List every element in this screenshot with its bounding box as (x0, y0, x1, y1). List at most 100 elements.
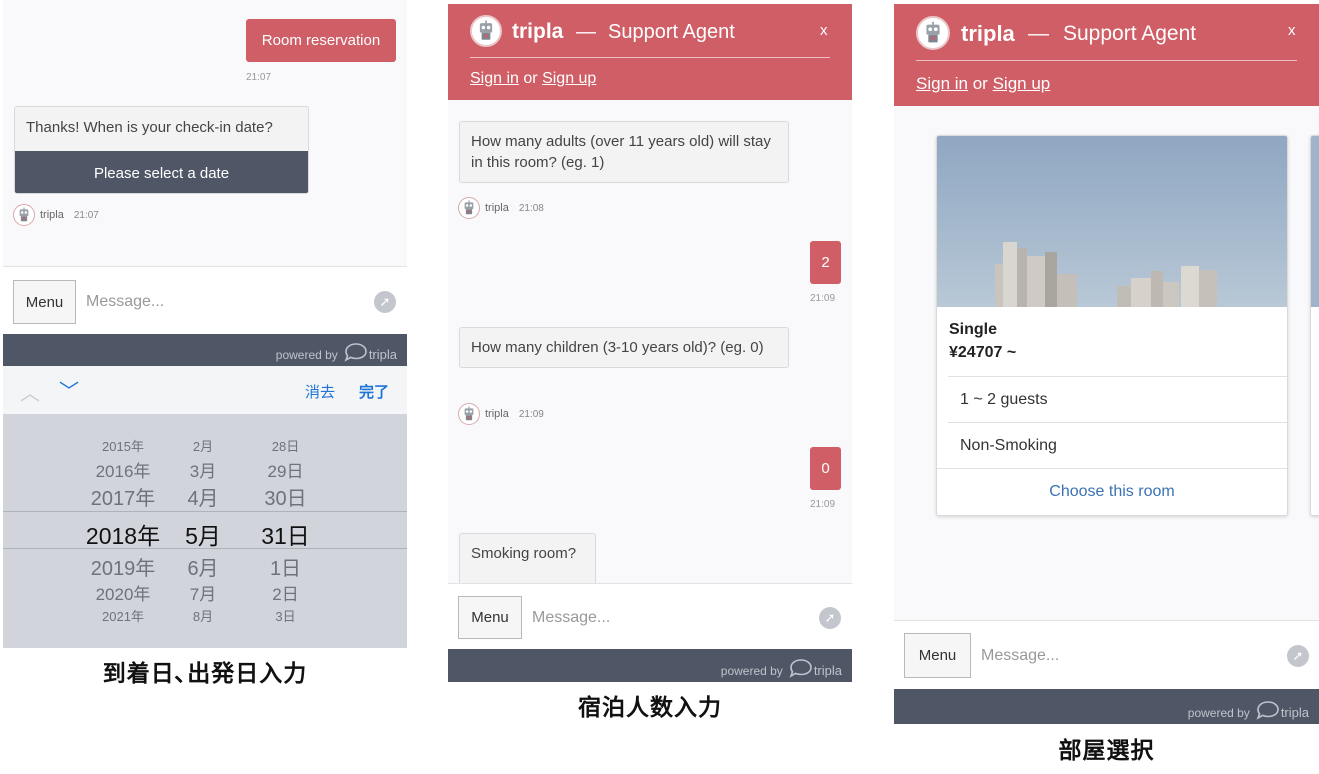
bot-message-adults: How many adults (over 11 years old) will… (459, 121, 789, 183)
bot-name: tripla (485, 202, 509, 214)
choose-room-button[interactable]: Choose this room (937, 483, 1287, 501)
room-price: ¥24707 ~ (949, 344, 1017, 361)
picker-month-item[interactable]: 6月 (168, 552, 238, 581)
picker-year-item[interactable]: 2016年 (63, 457, 183, 482)
bot-message-card: Thanks! When is your check-in date? Plea… (14, 106, 309, 194)
powered-footer: powered by tripla (3, 334, 407, 366)
picker-month-item[interactable]: 7月 (168, 580, 238, 605)
sign-up-link[interactable]: Sign up (542, 70, 596, 87)
card-divider (948, 376, 1287, 377)
clear-button[interactable]: 消去 (305, 381, 335, 402)
picker-day-item[interactable]: 29日 (248, 457, 323, 482)
header-divider (916, 60, 1297, 61)
bot-time: 21:07 (73, 209, 99, 221)
send-arrow-icon[interactable]: ➚ (819, 607, 841, 629)
picker-day-item[interactable]: 2日 (248, 580, 323, 605)
header-agent: Support Agent (608, 21, 735, 43)
composer: Menu ➚ (448, 583, 852, 649)
picker-month-item[interactable]: 8月 (168, 606, 238, 625)
auth-links: Sign in or Sign up (916, 74, 1050, 94)
robot-avatar-icon (470, 15, 502, 47)
caption-date-input: 到着日､出発日入力 (102, 661, 308, 687)
month-column[interactable]: 2月 3月 4月 5月 6月 7月 8月 (168, 414, 238, 648)
message-input[interactable] (86, 289, 356, 315)
bot-message-children: How many children (3-10 years old)? (eg.… (459, 327, 789, 368)
caption-room-selection: 部屋選択 (1058, 738, 1155, 764)
user-message-adults: 2 (810, 241, 841, 284)
picker-year-item[interactable]: 2017年 (63, 482, 183, 511)
bot-time: 21:09 (518, 408, 544, 420)
auth-or: or (972, 74, 988, 93)
picker-toolbar: ︿ ﹀ 消去 完了 (3, 366, 407, 414)
picker-month-item[interactable]: 3月 (168, 457, 238, 482)
picker-day-item[interactable]: 31日 (248, 517, 323, 551)
picker-month-item[interactable]: 2月 (168, 436, 238, 455)
powered-by-label: powered by (275, 348, 338, 362)
panel-date-input: Room reservation 21:07 Thanks! When is y… (3, 0, 407, 648)
menu-button[interactable]: Menu (458, 596, 522, 639)
picker-day-item[interactable]: 30日 (248, 482, 323, 511)
header-dash: — (576, 21, 596, 43)
send-arrow-icon[interactable]: ➚ (374, 291, 396, 313)
user-message-time: 21:07 (246, 72, 272, 83)
chevron-up-icon[interactable]: ︿ (20, 377, 40, 406)
composer: Menu ➚ (3, 266, 407, 334)
tripla-brand-label: tripla (1280, 705, 1309, 720)
bot-message: Thanks! When is your check-in date? (26, 119, 273, 136)
picker-day-item[interactable]: 28日 (248, 436, 323, 455)
send-arrow-icon[interactable]: ➚ (1287, 645, 1309, 667)
chat-bubble-icon (1256, 701, 1279, 720)
bot-meta: tripla 21:09 (458, 403, 544, 425)
select-date-button[interactable]: Please select a date (15, 151, 308, 193)
close-icon[interactable]: x (1288, 22, 1296, 39)
room-photo (937, 136, 1287, 307)
done-button[interactable]: 完了 (359, 381, 389, 402)
bot-meta: tripla 21:08 (458, 197, 544, 219)
chat-bubble-icon (344, 343, 367, 362)
sign-in-link[interactable]: Sign in (470, 70, 519, 87)
chat-bubble-icon (789, 659, 812, 678)
auth-links: Sign in or Sign up (470, 70, 596, 88)
picker-year-item[interactable]: 2020年 (63, 580, 183, 605)
room-guests: 1 ~ 2 guests (960, 391, 1048, 408)
picker-day-item[interactable]: 1日 (248, 552, 323, 581)
picker-month-item[interactable]: 5月 (168, 517, 238, 551)
user-time: 21:09 (810, 293, 836, 304)
user-message-children: 0 (810, 447, 841, 490)
message-input[interactable] (532, 605, 802, 631)
powered-by-label: powered by (1187, 706, 1250, 720)
bot-meta: tripla 21:07 (13, 204, 99, 226)
chevron-down-icon[interactable]: ﹀ (59, 375, 79, 404)
message-input[interactable] (981, 643, 1271, 669)
picker-year-item[interactable]: 2019年 (63, 552, 183, 581)
header-dash: — (1028, 22, 1049, 45)
picker-day-item[interactable]: 3日 (248, 606, 323, 625)
chat-header: tripla — Support Agent x Sign in or Sign… (448, 4, 852, 100)
composer: Menu ➚ (894, 620, 1319, 689)
room-photo (1311, 136, 1319, 307)
card-divider (937, 468, 1287, 469)
panel-room-selection: tripla — Support Agent x Sign in or Sign… (894, 4, 1319, 724)
picker-year-item[interactable]: 2018年 (63, 517, 183, 551)
picker-year-item[interactable]: 2021年 (63, 606, 183, 625)
picker-month-item[interactable]: 4月 (168, 482, 238, 511)
bot-avatar-icon (458, 197, 480, 219)
menu-button[interactable]: Menu (13, 280, 76, 324)
tripla-brand-label: tripla (368, 347, 397, 362)
bot-avatar-icon (13, 204, 35, 226)
next-room-card-peek[interactable] (1310, 135, 1319, 516)
user-time: 21:09 (810, 499, 836, 510)
sign-in-link[interactable]: Sign in (916, 74, 968, 93)
year-column[interactable]: 2015年 2016年 2017年 2018年 2019年 2020年 2021年 (63, 414, 183, 648)
powered-footer: powered by tripla (448, 649, 852, 682)
day-column[interactable]: 28日 29日 30日 31日 1日 2日 3日 (248, 414, 323, 648)
bot-time: 21:08 (518, 202, 544, 214)
room-smoking: Non-Smoking (960, 437, 1057, 454)
sign-up-link[interactable]: Sign up (993, 74, 1051, 93)
picker-year-item[interactable]: 2015年 (63, 436, 183, 455)
bot-name: tripla (485, 408, 509, 420)
close-icon[interactable]: x (820, 22, 828, 39)
date-picker-wheel[interactable]: 2015年 2016年 2017年 2018年 2019年 2020年 2021年 2月 3月… (3, 414, 407, 648)
menu-button[interactable]: Menu (904, 633, 971, 678)
caption-guest-count: 宿泊人数入力 (578, 695, 722, 721)
